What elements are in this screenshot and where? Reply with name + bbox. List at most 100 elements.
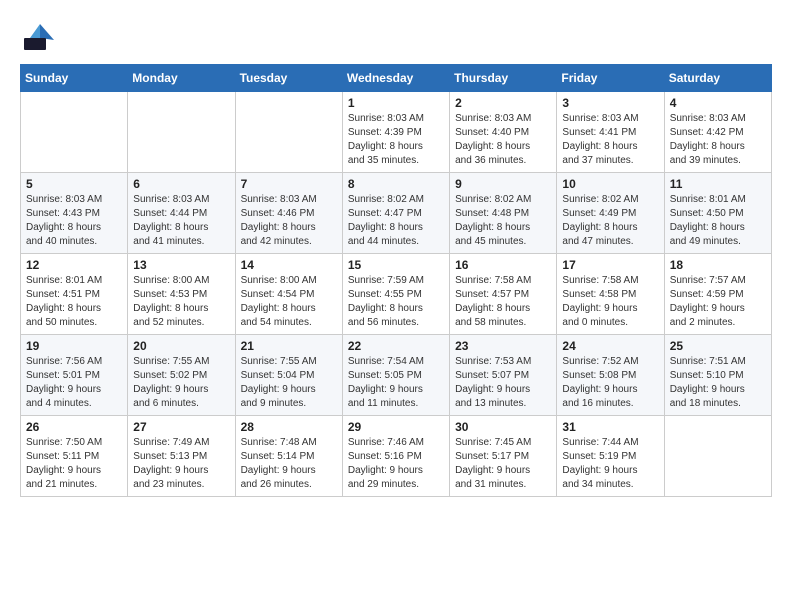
day-info: Sunrise: 7:56 AM Sunset: 5:01 PM Dayligh… — [26, 355, 122, 411]
calendar-cell: 23 Sunrise: 7:53 AM Sunset: 5:07 PM Dayli… — [450, 335, 557, 416]
calendar-cell: 19 Sunrise: 7:56 AM Sunset: 5:01 PM Dayli… — [21, 335, 128, 416]
day-number: 24 — [562, 339, 658, 353]
day-number: 16 — [455, 258, 551, 272]
day-number: 1 — [348, 96, 444, 110]
day-number: 10 — [562, 177, 658, 191]
calendar-cell: 29 Sunrise: 7:46 AM Sunset: 5:16 PM Dayli… — [342, 416, 449, 497]
day-number: 8 — [348, 177, 444, 191]
calendar-cell — [235, 92, 342, 173]
day-info: Sunrise: 7:44 AM Sunset: 5:19 PM Dayligh… — [562, 436, 658, 492]
calendar-cell: 21Sunrise: 7:55 AM Sunset: 5:04 PM Dayli… — [235, 335, 342, 416]
day-info: Sunrise: 7:54 AM Sunset: 5:05 PM Dayligh… — [348, 355, 444, 411]
day-info: Sunrise: 8:03 AM Sunset: 4:40 PM Dayligh… — [455, 112, 551, 168]
day-info: Sunrise: 7:50 AM Sunset: 5:11 PM Dayligh… — [26, 436, 122, 492]
day-number: 9 — [455, 177, 551, 191]
weekday-header-sunday: Sunday — [21, 65, 128, 92]
day-info: Sunrise: 8:00 AM Sunset: 4:54 PM Dayligh… — [241, 274, 337, 330]
calendar-cell: 3Sunrise: 8:03 AM Sunset: 4:41 PM Daylig… — [557, 92, 664, 173]
day-number: 13 — [133, 258, 229, 272]
day-info: Sunrise: 7:55 AM Sunset: 5:02 PM Dayligh… — [133, 355, 229, 411]
day-number: 28 — [241, 420, 337, 434]
calendar-cell: 7 Sunrise: 8:03 AM Sunset: 4:46 PM Daylig… — [235, 173, 342, 254]
calendar-cell: 12 Sunrise: 8:01 AM Sunset: 4:51 PM Dayli… — [21, 254, 128, 335]
day-number: 22 — [348, 339, 444, 353]
calendar-cell: 1 Sunrise: 8:03 AM Sunset: 4:39 PM Daylig… — [342, 92, 449, 173]
day-info: Sunrise: 7:52 AM Sunset: 5:08 PM Dayligh… — [562, 355, 658, 411]
weekday-header-wednesday: Wednesday — [342, 65, 449, 92]
day-number: 30 — [455, 420, 551, 434]
day-number: 23 — [455, 339, 551, 353]
calendar-cell: 4Sunrise: 8:03 AM Sunset: 4:42 PM Daylig… — [664, 92, 771, 173]
day-number: 14 — [241, 258, 337, 272]
calendar-cell: 27 Sunrise: 7:49 AM Sunset: 5:13 PM Dayli… — [128, 416, 235, 497]
page: SundayMondayTuesdayWednesdayThursdayFrid… — [0, 0, 792, 515]
calendar-cell — [21, 92, 128, 173]
calendar-week-row-4: 26Sunrise: 7:50 AM Sunset: 5:11 PM Dayli… — [21, 416, 772, 497]
day-number: 19 — [26, 339, 122, 353]
calendar-week-row-1: 5Sunrise: 8:03 AM Sunset: 4:43 PM Daylig… — [21, 173, 772, 254]
calendar-cell: 25 Sunrise: 7:51 AM Sunset: 5:10 PM Dayli… — [664, 335, 771, 416]
calendar-cell: 13 Sunrise: 8:00 AM Sunset: 4:53 PM Dayli… — [128, 254, 235, 335]
day-number: 12 — [26, 258, 122, 272]
day-info: Sunrise: 8:02 AM Sunset: 4:48 PM Dayligh… — [455, 193, 551, 249]
day-info: Sunrise: 8:01 AM Sunset: 4:51 PM Dayligh… — [26, 274, 122, 330]
day-info: Sunrise: 8:03 AM Sunset: 4:46 PM Dayligh… — [241, 193, 337, 249]
day-info: Sunrise: 8:03 AM Sunset: 4:41 PM Dayligh… — [562, 112, 658, 168]
calendar-cell: 6Sunrise: 8:03 AM Sunset: 4:44 PM Daylig… — [128, 173, 235, 254]
day-info: Sunrise: 7:53 AM Sunset: 5:07 PM Dayligh… — [455, 355, 551, 411]
day-info: Sunrise: 7:49 AM Sunset: 5:13 PM Dayligh… — [133, 436, 229, 492]
calendar-cell: 30Sunrise: 7:45 AM Sunset: 5:17 PM Dayli… — [450, 416, 557, 497]
calendar-header: SundayMondayTuesdayWednesdayThursdayFrid… — [21, 65, 772, 92]
day-number: 2 — [455, 96, 551, 110]
calendar-week-row-3: 19 Sunrise: 7:56 AM Sunset: 5:01 PM Dayli… — [21, 335, 772, 416]
day-info: Sunrise: 8:03 AM Sunset: 4:44 PM Dayligh… — [133, 193, 229, 249]
day-number: 29 — [348, 420, 444, 434]
logo — [20, 18, 62, 54]
calendar-cell — [664, 416, 771, 497]
day-info: Sunrise: 7:57 AM Sunset: 4:59 PM Dayligh… — [670, 274, 766, 330]
day-info: Sunrise: 7:58 AM Sunset: 4:58 PM Dayligh… — [562, 274, 658, 330]
day-info: Sunrise: 7:48 AM Sunset: 5:14 PM Dayligh… — [241, 436, 337, 492]
calendar-cell: 8Sunrise: 8:02 AM Sunset: 4:47 PM Daylig… — [342, 173, 449, 254]
calendar-cell: 17Sunrise: 7:58 AM Sunset: 4:58 PM Dayli… — [557, 254, 664, 335]
day-info: Sunrise: 8:03 AM Sunset: 4:39 PM Dayligh… — [348, 112, 444, 168]
day-info: Sunrise: 7:55 AM Sunset: 5:04 PM Dayligh… — [241, 355, 337, 411]
day-number: 31 — [562, 420, 658, 434]
weekday-header-saturday: Saturday — [664, 65, 771, 92]
calendar-cell: 9 Sunrise: 8:02 AM Sunset: 4:48 PM Daylig… — [450, 173, 557, 254]
day-number: 15 — [348, 258, 444, 272]
day-number: 18 — [670, 258, 766, 272]
calendar-cell: 14 Sunrise: 8:00 AM Sunset: 4:54 PM Dayli… — [235, 254, 342, 335]
day-number: 27 — [133, 420, 229, 434]
day-info: Sunrise: 8:00 AM Sunset: 4:53 PM Dayligh… — [133, 274, 229, 330]
weekday-header-thursday: Thursday — [450, 65, 557, 92]
day-info: Sunrise: 7:59 AM Sunset: 4:55 PM Dayligh… — [348, 274, 444, 330]
day-number: 20 — [133, 339, 229, 353]
calendar-cell: 16 Sunrise: 7:58 AM Sunset: 4:57 PM Dayli… — [450, 254, 557, 335]
day-number: 11 — [670, 177, 766, 191]
day-info: Sunrise: 8:01 AM Sunset: 4:50 PM Dayligh… — [670, 193, 766, 249]
day-number: 4 — [670, 96, 766, 110]
calendar-cell: 2 Sunrise: 8:03 AM Sunset: 4:40 PM Daylig… — [450, 92, 557, 173]
calendar-cell: 26Sunrise: 7:50 AM Sunset: 5:11 PM Dayli… — [21, 416, 128, 497]
day-number: 7 — [241, 177, 337, 191]
logo-icon — [20, 18, 56, 54]
calendar-cell: 28 Sunrise: 7:48 AM Sunset: 5:14 PM Dayli… — [235, 416, 342, 497]
day-info: Sunrise: 7:51 AM Sunset: 5:10 PM Dayligh… — [670, 355, 766, 411]
weekday-header-monday: Monday — [128, 65, 235, 92]
calendar-cell: 11 Sunrise: 8:01 AM Sunset: 4:50 PM Dayli… — [664, 173, 771, 254]
calendar-cell: 18 Sunrise: 7:57 AM Sunset: 4:59 PM Dayli… — [664, 254, 771, 335]
day-info: Sunrise: 7:46 AM Sunset: 5:16 PM Dayligh… — [348, 436, 444, 492]
calendar-cell: 24 Sunrise: 7:52 AM Sunset: 5:08 PM Dayli… — [557, 335, 664, 416]
day-number: 25 — [670, 339, 766, 353]
header — [20, 18, 772, 54]
calendar-cell: 15 Sunrise: 7:59 AM Sunset: 4:55 PM Dayli… — [342, 254, 449, 335]
calendar-week-row-2: 12 Sunrise: 8:01 AM Sunset: 4:51 PM Dayli… — [21, 254, 772, 335]
calendar-cell: 10Sunrise: 8:02 AM Sunset: 4:49 PM Dayli… — [557, 173, 664, 254]
day-info: Sunrise: 7:58 AM Sunset: 4:57 PM Dayligh… — [455, 274, 551, 330]
weekday-header-friday: Friday — [557, 65, 664, 92]
calendar-cell: 22 Sunrise: 7:54 AM Sunset: 5:05 PM Dayli… — [342, 335, 449, 416]
day-number: 5 — [26, 177, 122, 191]
weekday-header-row: SundayMondayTuesdayWednesdayThursdayFrid… — [21, 65, 772, 92]
calendar-cell: 20 Sunrise: 7:55 AM Sunset: 5:02 PM Dayli… — [128, 335, 235, 416]
